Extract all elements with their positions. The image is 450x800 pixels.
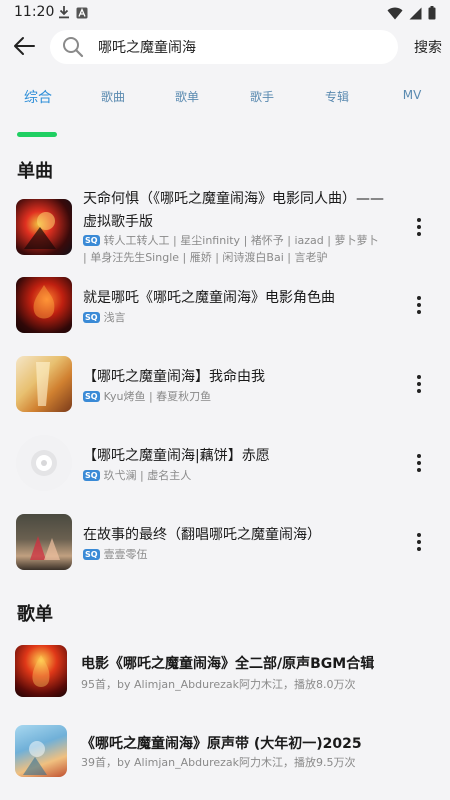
status-left-icons: [58, 4, 88, 23]
song-title: 【哪吒之魔童闹海|藕饼】赤愿: [83, 448, 270, 464]
playlist-item[interactable]: 《哪吒之魔童闹海》原声带 (大年初一)2025 39首，by Alimjan_A…: [0, 725, 450, 781]
tab-indicator: [17, 132, 57, 137]
tab-albums[interactable]: 专辑: [325, 88, 349, 105]
a-icon: [76, 4, 88, 23]
more-vertical-icon: [417, 375, 421, 393]
tab-mv[interactable]: MV: [403, 88, 422, 102]
more-options-button[interactable]: [410, 370, 428, 398]
playlist-title: 《哪吒之魔童闹海》原声带 (大年初一)2025: [81, 736, 362, 752]
tab-all[interactable]: 综合: [24, 87, 52, 107]
search-icon: [62, 36, 84, 58]
sq-badge: SQ: [83, 235, 100, 246]
song-title: 在故事的最终（翻唱哪吒之魔童闹海）: [83, 527, 321, 543]
playlist-item[interactable]: 电影《哪吒之魔童闹海》全二部/原声BGM合辑 95首，by Alimjan_Ab…: [0, 645, 450, 701]
tab-singers[interactable]: 歌手: [250, 88, 274, 105]
song-artists-text: Kyu烤鱼 | 春夏秋刀鱼: [103, 390, 212, 403]
sq-badge: SQ: [83, 391, 100, 402]
song-cover: [16, 199, 72, 255]
song-artists: SQ 玖弋澜 | 虚名主人: [83, 467, 383, 484]
tab-songs[interactable]: 歌曲: [101, 88, 125, 105]
song-artists-text: 玖弋澜 | 虚名主人: [103, 469, 192, 482]
song-artists: SQ 壹壹零伍: [83, 546, 383, 563]
song-item[interactable]: 天命何惧（《哪吒之魔童闹海》电影同人曲）——虚拟歌手版 SQ 转人工转人工 | 星…: [0, 190, 450, 270]
search-button[interactable]: 搜索: [414, 37, 442, 57]
search-input[interactable]: 哪吒之魔童闹海: [50, 30, 398, 64]
search-query-text[interactable]: 哪吒之魔童闹海: [98, 37, 196, 57]
more-vertical-icon: [417, 296, 421, 314]
song-cover: [16, 356, 72, 412]
playlist-cover: [15, 725, 67, 777]
playlist-meta: 39首，by Alimjan_Abdurezak阿力木江，播放9.5万次: [81, 756, 356, 769]
more-options-button[interactable]: [410, 213, 428, 241]
playlist-cover: [15, 645, 67, 697]
tab-playlists[interactable]: 歌单: [175, 88, 199, 105]
search-header: 哪吒之魔童闹海 搜索: [0, 26, 450, 70]
song-item[interactable]: 就是哪吒《哪吒之魔童闹海》电影角色曲 SQ 浅言: [0, 277, 450, 337]
song-title: 天命何惧（《哪吒之魔童闹海》电影同人曲）——虚拟歌手版: [83, 191, 384, 230]
sq-badge: SQ: [83, 549, 100, 560]
song-artists-text: 浅言: [103, 311, 126, 324]
song-artists: SQ Kyu烤鱼 | 春夏秋刀鱼: [83, 388, 383, 405]
more-vertical-icon: [417, 533, 421, 551]
song-title: 【哪吒之魔童闹海】我命由我: [83, 369, 265, 385]
category-tabs: 综合 歌曲 歌单 歌手 专辑 MV: [0, 88, 450, 118]
arrow-left-icon: [12, 36, 36, 60]
status-time: 11:20: [14, 4, 55, 20]
more-options-button[interactable]: [410, 291, 428, 319]
sq-badge: SQ: [83, 470, 100, 481]
status-bar: 11:20: [0, 0, 450, 26]
more-vertical-icon: [417, 218, 421, 236]
playlist-title: 电影《哪吒之魔童闹海》全二部/原声BGM合辑: [81, 656, 375, 672]
songs-section-title: 单曲: [17, 161, 53, 182]
download-icon: [58, 4, 70, 23]
playlist-meta: 95首，by Alimjan_Abdurezak阿力木江，播放8.0万次: [81, 678, 356, 691]
wifi-icon: [387, 5, 403, 24]
status-right-icons: [387, 5, 436, 24]
song-cover: [16, 277, 72, 333]
battery-icon: [428, 5, 436, 24]
back-button[interactable]: [8, 32, 40, 64]
song-title: 就是哪吒《哪吒之魔童闹海》电影角色曲: [83, 290, 335, 306]
more-vertical-icon: [417, 454, 421, 472]
song-artists: SQ 转人工转人工 | 星尘infinity | 褚怀予 | iazad | 萝卜…: [83, 232, 383, 266]
song-artists-text: 壹壹零伍: [103, 548, 148, 561]
song-item[interactable]: 【哪吒之魔童闹海|藕饼】赤愿 SQ 玖弋澜 | 虚名主人: [0, 435, 450, 495]
more-options-button[interactable]: [410, 528, 428, 556]
signal-icon: [409, 5, 422, 24]
playlists-section-title: 歌单: [17, 604, 53, 625]
song-artists: SQ 浅言: [83, 309, 383, 326]
song-item[interactable]: 在故事的最终（翻唱哪吒之魔童闹海） SQ 壹壹零伍: [0, 514, 450, 574]
sq-badge: SQ: [83, 312, 100, 323]
more-options-button[interactable]: [410, 449, 428, 477]
song-artists-text: 转人工转人工 | 星尘infinity | 褚怀予 | iazad | 萝卜萝卜…: [83, 234, 379, 264]
song-cover: [16, 514, 72, 570]
song-cover-placeholder: [16, 435, 72, 491]
song-item[interactable]: 【哪吒之魔童闹海】我命由我 SQ Kyu烤鱼 | 春夏秋刀鱼: [0, 356, 450, 416]
